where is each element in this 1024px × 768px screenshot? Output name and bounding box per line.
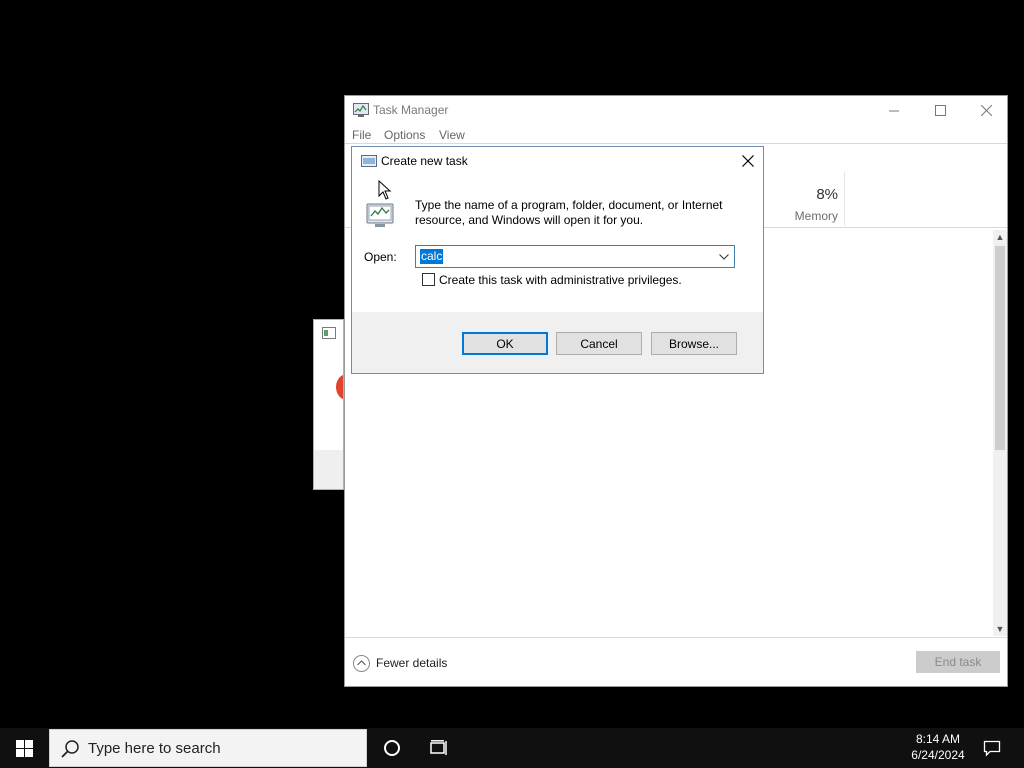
search-icon: [61, 740, 79, 758]
create-new-task-dialog: Create new task Type the name of a progr…: [351, 146, 764, 374]
action-center-button[interactable]: [972, 728, 1012, 768]
minimize-icon: [889, 110, 899, 111]
footer-divider: [345, 637, 1007, 638]
cancel-button[interactable]: Cancel: [556, 332, 642, 355]
memory-label: Memory: [794, 209, 838, 223]
maximize-icon: [934, 105, 946, 116]
chevron-down-icon[interactable]: [717, 249, 731, 264]
chevron-up-icon: [353, 654, 370, 672]
clock-time: 8:14 AM: [915, 732, 961, 746]
taskbar: Type here to search 8:14 AM 6/24/2024: [0, 728, 1024, 768]
vertical-scrollbar[interactable]: ▲ ▼: [993, 230, 1007, 636]
taskbar-search-box[interactable]: Type here to search: [49, 729, 367, 767]
open-combobox[interactable]: calc: [415, 245, 735, 268]
title-bar[interactable]: Task Manager: [345, 96, 1007, 125]
red-status-icon: [336, 374, 343, 400]
run-dialog-small-icon: [361, 155, 377, 167]
scroll-up-icon[interactable]: ▲: [993, 230, 1007, 244]
mouse-cursor-icon: [378, 180, 392, 200]
scroll-down-icon[interactable]: ▼: [993, 622, 1007, 636]
dialog-description: Type the name of a program, folder, docu…: [415, 198, 723, 227]
run-program-icon: [366, 203, 394, 227]
fewer-details-label: Fewer details: [376, 656, 448, 670]
minimize-button[interactable]: [871, 96, 917, 125]
dialog-close-button[interactable]: [732, 147, 764, 175]
menu-bar: File Options View: [345, 125, 1007, 145]
windows-logo-icon: [15, 739, 33, 757]
system-clock[interactable]: 8:14 AM 6/24/2024: [895, 731, 981, 765]
search-placeholder: Type here to search: [88, 740, 221, 757]
window-footer: [314, 450, 343, 489]
tabs-divider: [345, 143, 1007, 144]
end-task-button[interactable]: End task: [916, 651, 1000, 673]
task-view-icon: [430, 740, 447, 755]
open-label: Open:: [364, 250, 397, 264]
scroll-thumb[interactable]: [995, 246, 1005, 450]
admin-privileges-checkbox[interactable]: [422, 273, 435, 286]
ok-button[interactable]: OK: [462, 332, 548, 355]
memory-percent: 8%: [816, 186, 838, 203]
browse-button[interactable]: Browse...: [651, 332, 737, 355]
menu-file[interactable]: File: [352, 128, 371, 142]
dialog-title: Create new task: [381, 154, 468, 168]
task-manager-icon: [353, 103, 369, 117]
cortana-button[interactable]: [368, 728, 416, 768]
cortana-circle-icon: [384, 740, 400, 756]
notification-icon: [983, 740, 1001, 757]
open-input-value[interactable]: calc: [420, 249, 444, 264]
menu-view[interactable]: View: [439, 128, 465, 142]
maximize-button[interactable]: [917, 96, 963, 125]
admin-privileges-label[interactable]: Create this task with administrative pri…: [439, 273, 682, 287]
app-icon: [322, 327, 336, 339]
close-button[interactable]: [963, 96, 1009, 125]
start-button[interactable]: [0, 728, 48, 768]
memory-column-header[interactable]: 8% Memory: [778, 172, 845, 226]
background-window-fragment[interactable]: [313, 319, 344, 490]
fewer-details-button[interactable]: Fewer details: [353, 653, 447, 673]
window-title: Task Manager: [373, 103, 449, 117]
close-icon: [742, 155, 754, 167]
clock-date: 6/24/2024: [911, 748, 965, 762]
task-view-button[interactable]: [416, 728, 464, 768]
menu-options[interactable]: Options: [384, 128, 425, 142]
close-icon: [980, 105, 992, 116]
